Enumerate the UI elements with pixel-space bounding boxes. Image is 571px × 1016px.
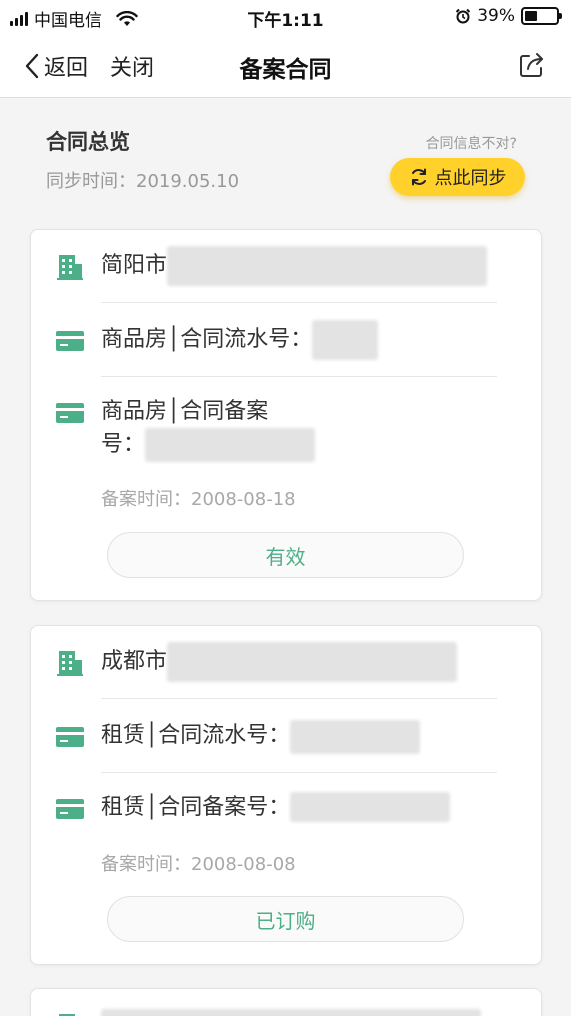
redacted-text [312, 320, 379, 360]
status-button[interactable]: 已订购 [107, 896, 464, 942]
contract-address-row: 简阳市 [55, 246, 497, 286]
redacted-text [145, 428, 316, 462]
contract-address: 成都市 [101, 649, 168, 674]
overview-title: 合同总览 [46, 130, 130, 154]
contract-serial-label: 租赁│合同流水号： [101, 723, 291, 748]
contract-filing-label: 商品房│合同备案 号： [101, 396, 316, 462]
building-icon [59, 1014, 75, 1016]
contract-card-icon [56, 727, 84, 747]
contract-card[interactable]: 简阳市 商品房│合同流水号： 商品房│合同备案 号： 备案时间：2008-08-… [30, 229, 542, 601]
share-icon[interactable] [517, 50, 547, 80]
redacted-text [167, 246, 488, 286]
battery-percent: 39% [477, 6, 515, 26]
redacted-text [290, 792, 451, 822]
redacted-text [290, 720, 421, 754]
contract-card-icon [56, 403, 84, 423]
status-right: 39% [455, 6, 562, 26]
contract-info-hint: 合同信息不对? [425, 136, 517, 152]
contract-card-icon [56, 331, 84, 351]
building-icon [57, 255, 83, 280]
contract-filing-label: 租赁│合同备案号： [101, 795, 291, 820]
filed-time: 备案时间：2008-08-08 [101, 854, 296, 875]
divider [101, 772, 497, 773]
page-title: 备案合同 [239, 57, 332, 83]
contract-address: 简阳市 [101, 253, 168, 278]
contract-filing-label-line2: 号： [101, 428, 316, 462]
status-button[interactable]: 有效 [107, 532, 464, 578]
sync-button-label: 点此同步 [434, 168, 507, 189]
contract-filing-row: 租赁│合同备案号： [55, 792, 497, 824]
sync-button[interactable]: 点此同步 [390, 158, 525, 196]
contract-filing-label-line2-text: 号： [101, 432, 146, 457]
nav-bar: 返回 关闭 备案合同 [0, 34, 571, 98]
contract-serial-row: 商品房│合同流水号： [55, 320, 497, 360]
contract-serial-row: 租赁│合同流水号： [55, 720, 497, 754]
contract-serial-label: 商品房│合同流水号： [101, 327, 313, 352]
divider [101, 698, 497, 699]
filed-time: 备案时间：2008-08-18 [101, 489, 296, 510]
contract-filing-row: 商品房│合同备案 号： [55, 396, 497, 462]
battery-icon [521, 7, 562, 25]
contract-card[interactable]: 成都市 租赁│合同流水号： 租赁│合同备案号： 备案时间：2008-08-08 … [30, 625, 542, 965]
redacted-text [167, 642, 458, 682]
sync-icon [411, 168, 426, 186]
sync-time: 同步时间：2019.05.10 [46, 171, 240, 192]
divider [101, 376, 497, 377]
alarm-icon [455, 8, 471, 24]
contract-card-icon [56, 799, 84, 819]
building-icon [57, 651, 83, 676]
contract-address-row: 成都市 [55, 642, 497, 682]
status-bar: 中国电信 下午1:11 39% [0, 0, 571, 34]
contract-address-row [55, 1009, 497, 1016]
contract-card[interactable] [30, 988, 542, 1016]
contract-filing-label-line1: 商品房│合同备案 [101, 399, 269, 424]
divider [101, 302, 497, 303]
battery-fill [525, 11, 537, 21]
redacted-text [101, 1009, 481, 1016]
